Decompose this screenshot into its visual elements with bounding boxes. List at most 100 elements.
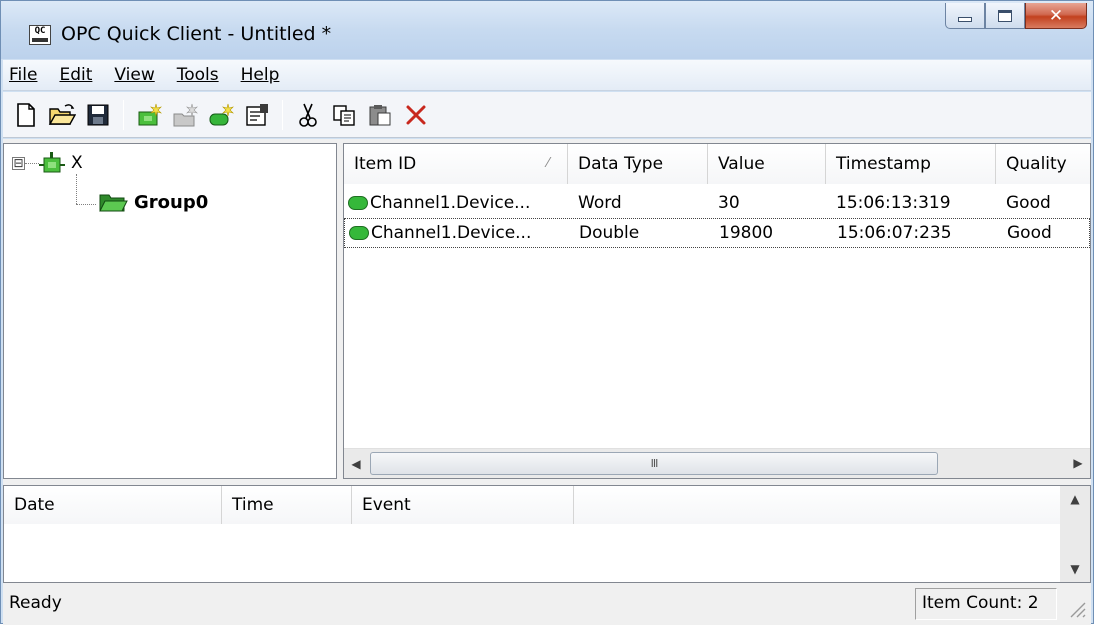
cut-button[interactable] (293, 100, 323, 130)
tag-icon (349, 226, 369, 240)
properties-icon (246, 103, 268, 126)
items-list[interactable]: Item ID ⁄ Data Type Value Timestamp Qual… (343, 143, 1091, 479)
new-item-button[interactable] (206, 100, 236, 130)
server-icon (39, 152, 65, 173)
status-bar: Ready Item Count: 2 (3, 585, 1091, 623)
scroll-left-button[interactable]: ◀ (344, 450, 368, 478)
table-row[interactable]: Channel1.Device... Double 19800 15:06:07… (344, 218, 1090, 248)
paste-icon (369, 104, 391, 125)
app-icon-text: QC (34, 26, 46, 36)
app-window: QC OPC Quick Client - Untitled * ✕ File … (0, 0, 1094, 625)
column-header-timestamp[interactable]: Timestamp (826, 144, 996, 184)
toolbar (3, 92, 1091, 138)
tree-node-group-label: Group0 (134, 191, 209, 213)
delete-button[interactable] (401, 100, 431, 130)
status-text: Ready (9, 593, 62, 613)
column-header-time[interactable]: Time (222, 486, 352, 524)
new-group-button[interactable] (170, 100, 200, 130)
cut-icon (299, 103, 317, 127)
open-button[interactable] (47, 100, 77, 130)
column-header-item-id[interactable]: Item ID ⁄ (344, 144, 568, 184)
column-header-value[interactable]: Value (708, 144, 826, 184)
column-header-quality-label: Quality (1006, 154, 1067, 174)
menu-help[interactable]: Help (241, 65, 280, 85)
open-folder-icon (48, 103, 76, 125)
column-header-time-label: Time (232, 495, 274, 515)
copy-button[interactable] (329, 100, 359, 130)
cell-value: 30 (718, 193, 740, 213)
items-list-header: Item ID ⁄ Data Type Value Timestamp Qual… (344, 144, 1090, 184)
column-header-timestamp-label: Timestamp (836, 154, 931, 174)
maximize-icon (998, 9, 1012, 22)
minimize-button[interactable] (945, 3, 985, 29)
column-header-event-label: Event (362, 495, 411, 515)
tree-view[interactable]: ⊟ X Group0 (3, 143, 337, 479)
tree-node-group[interactable]: Group0 (98, 190, 208, 214)
menu-bar: File Edit View Tools Help (3, 60, 1091, 91)
close-button[interactable]: ✕ (1025, 3, 1087, 29)
sort-indicator-icon: ⁄ (546, 156, 549, 171)
scroll-up-icon: ▲ (1070, 492, 1080, 506)
column-header-blank[interactable] (574, 486, 1062, 524)
new-group-icon (173, 103, 198, 126)
cell-timestamp: 15:06:13:319 (836, 193, 951, 213)
menu-tools[interactable]: Tools (177, 65, 219, 85)
scroll-right-icon: ▶ (1073, 456, 1083, 470)
maximize-button[interactable] (985, 3, 1025, 29)
resize-grip-icon[interactable] (1067, 599, 1087, 619)
tree-node-server[interactable]: ⊟ X (12, 152, 83, 174)
table-row[interactable]: Channel1.Device... Word 30 15:06:13:319 … (344, 188, 1086, 218)
new-server-button[interactable] (134, 100, 164, 130)
properties-button[interactable] (242, 100, 272, 130)
new-server-icon (138, 103, 162, 125)
menu-help-label: Help (240, 65, 280, 85)
column-header-event[interactable]: Event (352, 486, 574, 524)
scroll-up-button[interactable]: ▲ (1060, 492, 1090, 506)
menu-tools-label: Tools (176, 65, 219, 85)
column-header-quality[interactable]: Quality (996, 144, 1090, 184)
cell-quality: Good (1006, 193, 1051, 213)
window-title: OPC Quick Client - Untitled * (61, 23, 332, 45)
scroll-grip-icon: III (650, 457, 659, 470)
caption-buttons: ✕ (945, 3, 1087, 31)
column-header-date-label: Date (14, 495, 55, 515)
pane-area: ⊟ X Group0 Item ID ⁄ Data Type Value Tim… (3, 139, 1091, 625)
menu-edit[interactable]: Edit (59, 65, 92, 85)
save-button[interactable] (83, 100, 113, 130)
cell-data-type: Word (578, 193, 622, 213)
cell-data-type: Double (579, 223, 640, 243)
collapse-icon[interactable]: ⊟ (12, 156, 25, 170)
toolbar-separator (282, 99, 283, 130)
delete-icon (406, 105, 426, 124)
item-id-text: Channel1.Device... (371, 223, 532, 243)
new-icon (17, 102, 35, 127)
column-header-data-type-label: Data Type (578, 154, 664, 174)
horizontal-scrollbar[interactable]: ◀ III ▶ (344, 448, 1090, 478)
column-header-data-type[interactable]: Data Type (568, 144, 708, 184)
item-count-panel: Item Count: 2 (915, 588, 1057, 620)
toolbar-separator (123, 99, 124, 130)
cell-value: 19800 (719, 223, 774, 243)
scroll-right-button[interactable]: ▶ (1066, 449, 1090, 477)
tag-icon (348, 196, 368, 210)
copy-icon (333, 104, 355, 126)
menu-file-label: File (9, 65, 38, 85)
paste-button[interactable] (365, 100, 395, 130)
event-log-header: Date Time Event (4, 486, 1062, 524)
event-log[interactable]: Date Time Event ▲ ▼ (3, 485, 1091, 583)
title-bar[interactable]: QC OPC Quick Client - Untitled * ✕ (1, 1, 1093, 59)
column-header-date[interactable]: Date (4, 486, 222, 524)
cell-quality: Good (1007, 223, 1052, 243)
new-button[interactable] (11, 100, 41, 130)
scroll-left-icon: ◀ (351, 456, 361, 471)
menu-view[interactable]: View (114, 65, 154, 85)
menu-file[interactable]: File (9, 65, 37, 85)
vertical-scrollbar[interactable]: ▲ ▼ (1060, 486, 1090, 582)
app-icon[interactable]: QC (29, 25, 51, 45)
item-id-text: Channel1.Device... (370, 193, 531, 213)
close-icon: ✕ (1048, 5, 1064, 26)
column-header-item-id-label: Item ID (354, 154, 417, 174)
scroll-thumb[interactable]: III (370, 452, 938, 475)
scroll-down-button[interactable]: ▼ (1060, 562, 1090, 576)
cell-item-id: Channel1.Device... (344, 193, 568, 213)
